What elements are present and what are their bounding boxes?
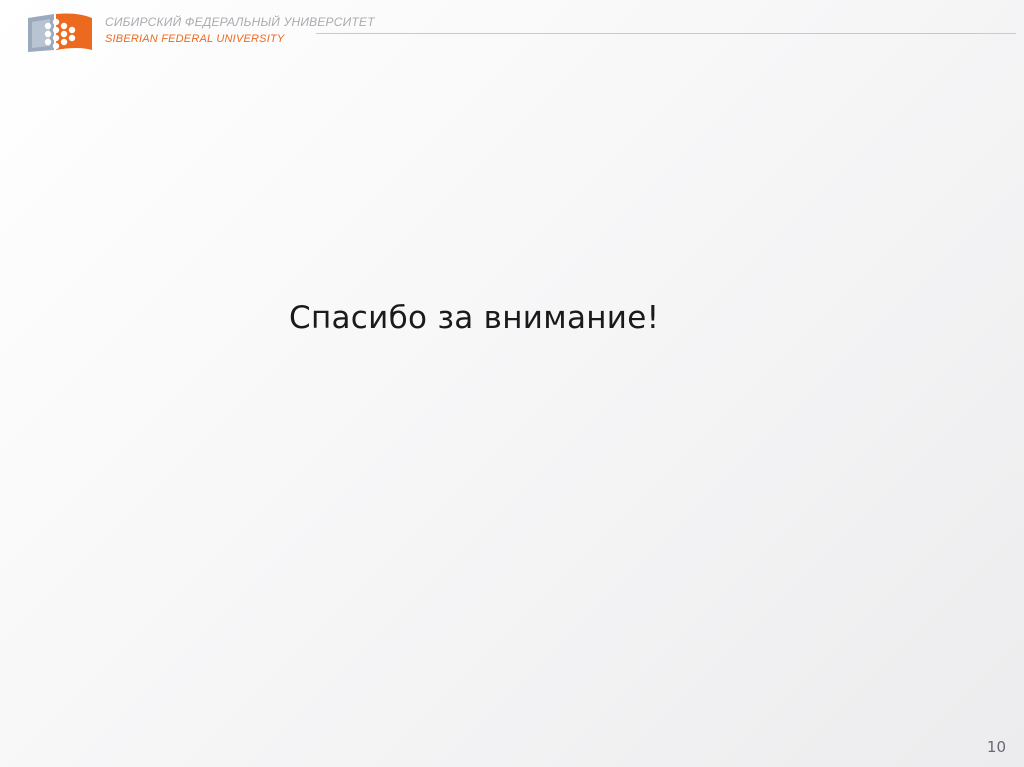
- presentation-slide: СИБИРСКИЙ ФЕДЕРАЛЬНЫЙ УНИВЕРСИТЕТ SIBERI…: [0, 0, 1024, 767]
- page-number: 10: [986, 738, 1006, 756]
- header-divider: [316, 33, 1016, 34]
- university-name-ru: СИБИРСКИЙ ФЕДЕРАЛЬНЫЙ УНИВЕРСИТЕТ: [105, 15, 375, 29]
- slide-header: СИБИРСКИЙ ФЕДЕРАЛЬНЫЙ УНИВЕРСИТЕТ SIBERI…: [26, 10, 1016, 54]
- sfu-logo-icon: [28, 13, 92, 52]
- university-name-en: SIBERIAN FEDERAL UNIVERSITY: [105, 33, 285, 45]
- university-name: СИБИРСКИЙ ФЕДЕРАЛЬНЫЙ УНИВЕРСИТЕТ SIBERI…: [105, 15, 375, 46]
- thank-you-message: Спасибо за внимание!: [289, 300, 660, 336]
